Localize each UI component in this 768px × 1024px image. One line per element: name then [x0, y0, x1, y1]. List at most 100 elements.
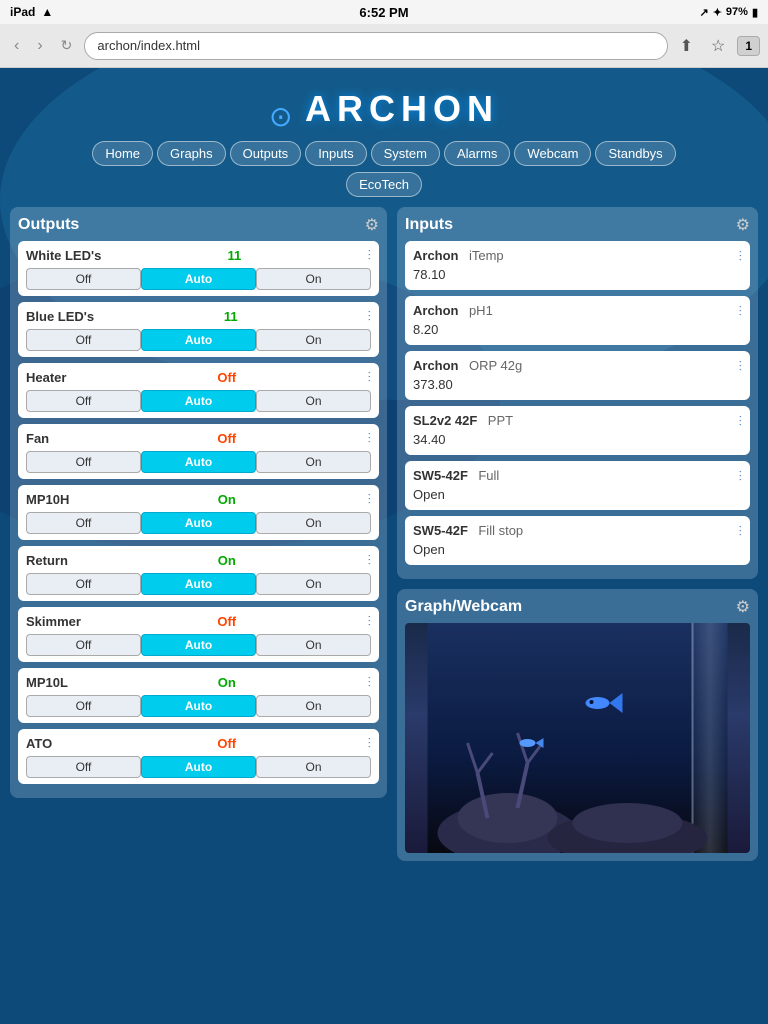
url-input[interactable] [84, 32, 667, 60]
ppt-label: PPT [488, 413, 513, 428]
orp-source: Archon [413, 358, 459, 373]
ato-settings-icon[interactable]: ⫶ [368, 735, 372, 752]
output-blue-leds: Blue LED's 11 ⫶ Off Auto On [18, 302, 379, 357]
webcam-image [405, 623, 750, 853]
fan-on[interactable]: On [256, 451, 371, 473]
input-itemp: Archon iTemp ⫶ 78.10 [405, 241, 750, 290]
wifi-icon: ▲ [41, 5, 53, 19]
heater-on[interactable]: On [256, 390, 371, 412]
output-skimmer: Skimmer Off ⫶ Off Auto On [18, 607, 379, 662]
ato-value: Off [217, 736, 236, 751]
mp10h-off[interactable]: Off [26, 512, 141, 534]
return-auto[interactable]: Auto [141, 573, 256, 595]
output-ato: ATO Off ⫶ Off Auto On [18, 729, 379, 784]
webcam-header: Graph/Webcam ⚙ [405, 597, 750, 617]
itemp-settings-icon[interactable]: ⫶ [739, 248, 743, 265]
white-leds-auto[interactable]: Auto [141, 268, 256, 290]
logo-icon: ⊙ [269, 100, 292, 133]
return-on[interactable]: On [256, 573, 371, 595]
full-label: Full [478, 468, 499, 483]
webcam-title: Graph/Webcam [405, 598, 522, 616]
blue-leds-off[interactable]: Off [26, 329, 141, 351]
heater-auto[interactable]: Auto [141, 390, 256, 412]
outputs-gear-icon[interactable]: ⚙ [365, 215, 379, 235]
mp10l-name: MP10L [26, 675, 86, 690]
return-off[interactable]: Off [26, 573, 141, 595]
ph1-settings-icon[interactable]: ⫶ [739, 303, 743, 320]
return-settings-icon[interactable]: ⫶ [368, 552, 372, 569]
white-leds-settings-icon[interactable]: ⫶ [367, 247, 371, 264]
itemp-source: Archon [413, 248, 459, 263]
nav-webcam[interactable]: Webcam [514, 141, 591, 166]
full-settings-icon[interactable]: ⫶ [739, 468, 743, 485]
ph1-value: 8.20 [413, 320, 742, 339]
ato-on[interactable]: On [256, 756, 371, 778]
nav-ecotech[interactable]: EcoTech [346, 172, 422, 197]
mp10l-on[interactable]: On [256, 695, 371, 717]
status-time: 6:52 PM [359, 5, 408, 20]
fillstop-settings-icon[interactable]: ⫶ [739, 523, 743, 540]
nav-ecotech-row: EcoTech [10, 172, 758, 197]
orp-label: ORP 42g [469, 358, 522, 373]
fan-off[interactable]: Off [26, 451, 141, 473]
nav-system[interactable]: System [371, 141, 440, 166]
ipad-label: iPad [10, 5, 35, 19]
skimmer-value: Off [217, 614, 236, 629]
mp10h-on[interactable]: On [256, 512, 371, 534]
fan-auto[interactable]: Auto [141, 451, 256, 473]
full-value: Open [413, 485, 742, 504]
skimmer-on[interactable]: On [256, 634, 371, 656]
blue-leds-on[interactable]: On [256, 329, 371, 351]
ato-auto[interactable]: Auto [141, 756, 256, 778]
mp10h-settings-icon[interactable]: ⫶ [368, 491, 372, 508]
skimmer-off[interactable]: Off [26, 634, 141, 656]
mp10l-settings-icon[interactable]: ⫶ [368, 674, 372, 691]
heater-settings-icon[interactable]: ⫶ [368, 369, 372, 386]
blue-leds-auto[interactable]: Auto [141, 329, 256, 351]
orp-settings-icon[interactable]: ⫶ [739, 358, 743, 375]
heater-value: Off [217, 370, 236, 385]
skimmer-settings-icon[interactable]: ⫶ [368, 613, 372, 630]
blue-leds-settings-icon[interactable]: ⫶ [367, 308, 371, 325]
fan-value: Off [217, 431, 236, 446]
nav-inputs[interactable]: Inputs [305, 141, 366, 166]
ppt-settings-icon[interactable]: ⫶ [739, 413, 743, 430]
share-button[interactable]: ⬆ [674, 32, 699, 60]
mp10l-off[interactable]: Off [26, 695, 141, 717]
output-white-leds: White LED's 11 ⫶ Off Auto On [18, 241, 379, 296]
nav-standbys[interactable]: Standbys [595, 141, 675, 166]
itemp-value: 78.10 [413, 265, 742, 284]
white-leds-on[interactable]: On [256, 268, 371, 290]
white-leds-off[interactable]: Off [26, 268, 141, 290]
tab-count[interactable]: 1 [737, 36, 760, 56]
back-button[interactable]: ‹ [8, 33, 25, 59]
panels-row: Outputs ⚙ White LED's 11 ⫶ Off Auto On [10, 207, 758, 861]
forward-button[interactable]: › [31, 33, 48, 59]
input-ph1: Archon pH1 ⫶ 8.20 [405, 296, 750, 345]
bookmark-button[interactable]: ☆ [705, 32, 731, 60]
return-value: On [218, 553, 236, 568]
refresh-button[interactable]: ↻ [55, 33, 79, 58]
output-fan: Fan Off ⫶ Off Auto On [18, 424, 379, 479]
fillstop-label: Fill stop [478, 523, 523, 538]
output-heater: Heater Off ⫶ Off Auto On [18, 363, 379, 418]
ato-off[interactable]: Off [26, 756, 141, 778]
input-orp: Archon ORP 42g ⫶ 373.80 [405, 351, 750, 400]
fan-settings-icon[interactable]: ⫶ [368, 430, 372, 447]
nav-outputs[interactable]: Outputs [230, 141, 302, 166]
return-name: Return [26, 553, 86, 568]
ppt-source: SL2v2 42F [413, 413, 477, 428]
output-return: Return On ⫶ Off Auto On [18, 546, 379, 601]
nav-graphs[interactable]: Graphs [157, 141, 226, 166]
blue-leds-value: 11 [224, 309, 238, 324]
battery-level: 97% [726, 6, 748, 18]
inputs-gear-icon[interactable]: ⚙ [736, 215, 750, 235]
mp10h-auto[interactable]: Auto [141, 512, 256, 534]
nav-home[interactable]: Home [92, 141, 153, 166]
mp10h-name: MP10H [26, 492, 86, 507]
mp10l-auto[interactable]: Auto [141, 695, 256, 717]
skimmer-auto[interactable]: Auto [141, 634, 256, 656]
webcam-gear-icon[interactable]: ⚙ [736, 597, 750, 617]
heater-off[interactable]: Off [26, 390, 141, 412]
nav-alarms[interactable]: Alarms [444, 141, 510, 166]
